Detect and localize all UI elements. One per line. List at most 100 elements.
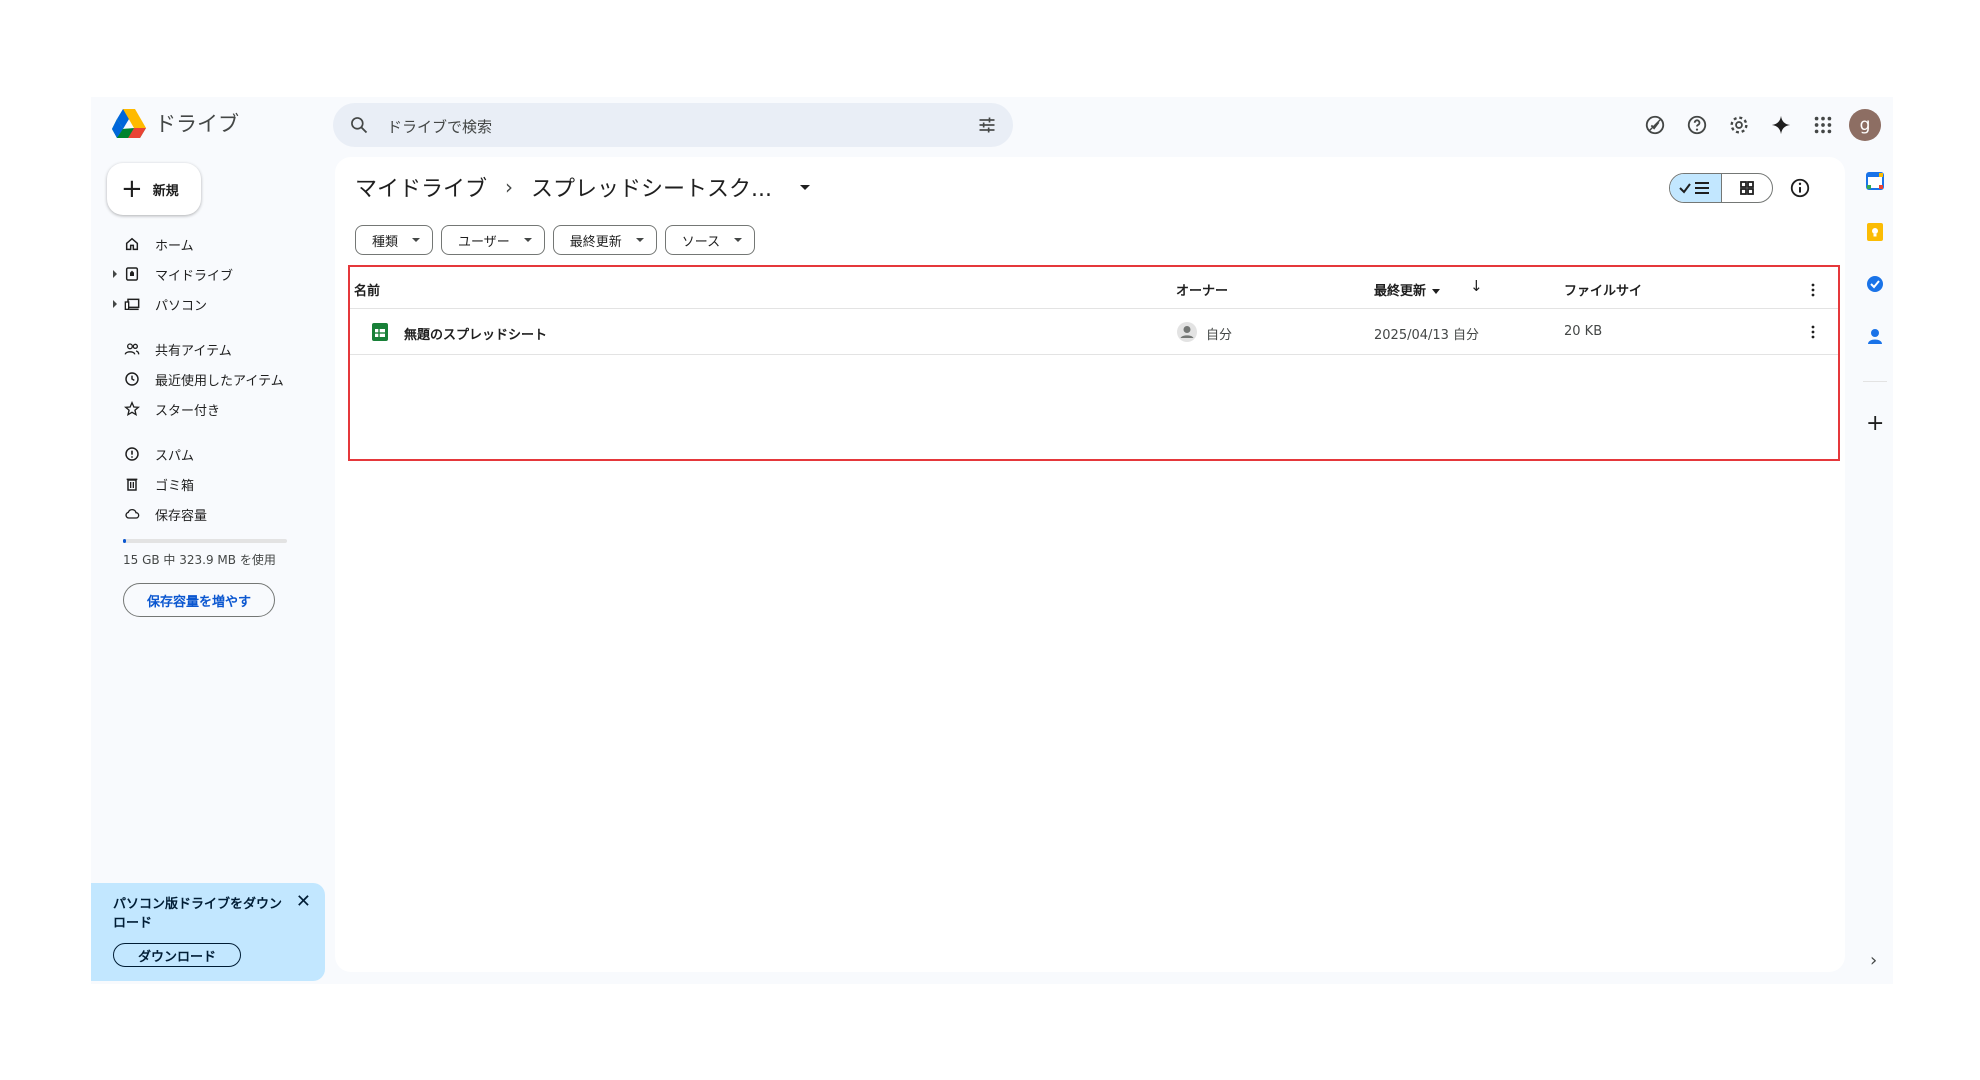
filter-label: 種類 — [372, 234, 399, 250]
search-bar[interactable]: ドライブで検索 — [333, 103, 1013, 147]
new-button-label: 新規 — [152, 183, 179, 199]
breadcrumb-current-folder[interactable]: スプレッドシートスク... — [531, 171, 772, 203]
sidebar-item-recent[interactable]: 最近使用したアイテム — [91, 364, 341, 394]
clock-icon — [123, 370, 141, 388]
tasks-icon[interactable] — [1866, 275, 1884, 293]
grid-view-button[interactable] — [1722, 174, 1773, 202]
download-promo-card: パソコン版ドライブをダウンロード ✕ ダウンロード — [91, 883, 325, 981]
shared-icon — [123, 340, 141, 358]
promo-text: パソコン版ドライブをダウンロード — [113, 897, 283, 931]
sidebar-item-home[interactable]: ホーム — [91, 229, 341, 259]
breadcrumb-separator-icon: › — [505, 175, 514, 199]
drive-logo[interactable]: ドライブ — [111, 107, 239, 139]
plus-icon: + — [121, 174, 143, 204]
sidebar-item-starred[interactable]: スター付き — [91, 394, 341, 424]
file-size: 20 KB — [1564, 324, 1603, 339]
add-addon-icon[interactable]: + — [1866, 411, 1884, 436]
apps-grid-icon[interactable] — [1805, 107, 1841, 143]
get-more-storage-button[interactable]: 保存容量を増やす — [123, 583, 275, 617]
owner-avatar-icon — [1177, 322, 1197, 342]
sort-menu-dropdown-icon[interactable] — [1432, 289, 1441, 294]
grid-view-icon — [1739, 181, 1754, 195]
help-icon[interactable] — [1679, 107, 1715, 143]
expand-caret-icon[interactable] — [113, 300, 117, 308]
cloud-icon — [123, 505, 141, 523]
close-icon[interactable]: ✕ — [296, 891, 311, 912]
filter-people[interactable]: ユーザー — [441, 225, 545, 255]
filter-label: 最終更新 — [569, 234, 622, 250]
sidebar-item-label: 最近使用したアイテム — [155, 373, 284, 389]
search-input[interactable]: ドライブで検索 — [387, 116, 492, 137]
settings-icon[interactable] — [1721, 107, 1757, 143]
expand-caret-icon[interactable] — [113, 270, 117, 278]
google-sheets-icon — [372, 323, 388, 341]
sidebar-item-label: 共有アイテム — [155, 343, 232, 359]
sidebar-item-shared[interactable]: 共有アイテム — [91, 334, 341, 364]
gemini-icon[interactable] — [1763, 107, 1799, 143]
view-toggle — [1669, 173, 1773, 203]
storage-progress-fill — [123, 539, 127, 543]
my-drive-icon — [123, 265, 141, 283]
file-name[interactable]: 無題のスプレッドシート — [404, 324, 547, 343]
avatar[interactable]: g — [1849, 109, 1881, 141]
dropdown-arrow-icon — [412, 238, 421, 242]
filter-chips: 種類 ユーザー 最終更新 ソース — [355, 225, 763, 255]
filter-type[interactable]: 種類 — [355, 225, 434, 255]
computer-icon — [123, 295, 141, 313]
star-icon — [123, 400, 141, 418]
sidebar-item-trash[interactable]: ゴミ箱 — [91, 469, 341, 499]
download-button[interactable]: ダウンロード — [113, 943, 241, 967]
sidebar-item-label: スター付き — [155, 403, 221, 419]
sidebar-item-label: ホーム — [155, 238, 194, 254]
folder-menu-dropdown-icon[interactable] — [800, 184, 810, 190]
sidebar-item-label: マイドライブ — [155, 268, 234, 284]
offline-check-icon[interactable] — [1637, 107, 1673, 143]
home-icon — [123, 235, 141, 253]
storage-progress-bar — [123, 539, 287, 543]
drive-app: ドライブ ドライブで検索 g + 新規 ホーム マイドライブ パソコン 共有アイ… — [91, 97, 1893, 984]
main-content: マイドライブ › スプレッドシートスク... 種類 ユーザー 最終更新 ソース … — [335, 157, 1845, 972]
sidebar-item-computers[interactable]: パソコン — [91, 289, 341, 319]
filter-source[interactable]: ソース — [664, 225, 756, 255]
side-panel-divider — [1863, 381, 1887, 382]
breadcrumb: マイドライブ › スプレッドシートスク... — [355, 171, 810, 203]
contacts-icon[interactable] — [1867, 327, 1883, 345]
column-header-owner[interactable]: オーナー — [1176, 280, 1228, 299]
file-list: 名前 オーナー 最終更新 ↓ ファイルサイ 無題のスプレッドシート 自分 202… — [348, 265, 1840, 461]
more-options-icon[interactable] — [1810, 283, 1816, 297]
top-bar: ドライブ ドライブで検索 g — [91, 97, 1893, 153]
table-row[interactable]: 無題のスプレッドシート 自分 2025/04/13 自分 20 KB — [350, 309, 1838, 355]
file-list-header: 名前 オーナー 最終更新 ↓ ファイルサイ — [350, 267, 1838, 309]
sidebar-item-spam[interactable]: スパム — [91, 439, 341, 469]
show-side-panel-icon[interactable]: › — [1870, 950, 1877, 971]
header-actions: g — [1631, 107, 1881, 143]
new-button[interactable]: + 新規 — [107, 163, 201, 215]
search-options-icon[interactable] — [977, 115, 997, 135]
column-header-label: 最終更新 — [1374, 284, 1427, 299]
sidebar-item-label: ゴミ箱 — [155, 478, 195, 494]
dropdown-arrow-icon — [523, 238, 532, 242]
file-owner: 自分 — [1206, 328, 1233, 343]
sidebar-nav: ホーム マイドライブ パソコン 共有アイテム 最近使用したアイテム スター付き — [91, 229, 341, 529]
search-icon[interactable] — [349, 115, 369, 135]
storage-usage-text: 15 GB 中 323.9 MB を使用 — [123, 553, 276, 567]
sidebar-item-my-drive[interactable]: マイドライブ — [91, 259, 341, 289]
info-icon[interactable] — [1789, 177, 1811, 199]
sidebar-item-label: 保存容量 — [155, 508, 208, 524]
spam-icon — [123, 445, 141, 463]
sidebar-item-storage[interactable]: 保存容量 — [91, 499, 341, 529]
column-header-modified[interactable]: 最終更新 — [1374, 280, 1441, 299]
dropdown-arrow-icon — [734, 238, 743, 242]
keep-icon[interactable] — [1867, 223, 1883, 241]
column-header-size[interactable]: ファイルサイ — [1564, 280, 1642, 299]
breadcrumb-root[interactable]: マイドライブ — [355, 171, 487, 203]
list-view-button[interactable] — [1670, 174, 1722, 202]
sort-direction-icon[interactable]: ↓ — [1470, 277, 1483, 295]
calendar-icon[interactable] — [1866, 172, 1884, 190]
more-options-icon[interactable] — [1810, 325, 1816, 339]
filter-label: ユーザー — [458, 234, 510, 250]
column-header-name[interactable]: 名前 — [354, 280, 380, 299]
filter-modified[interactable]: 最終更新 — [552, 225, 657, 255]
